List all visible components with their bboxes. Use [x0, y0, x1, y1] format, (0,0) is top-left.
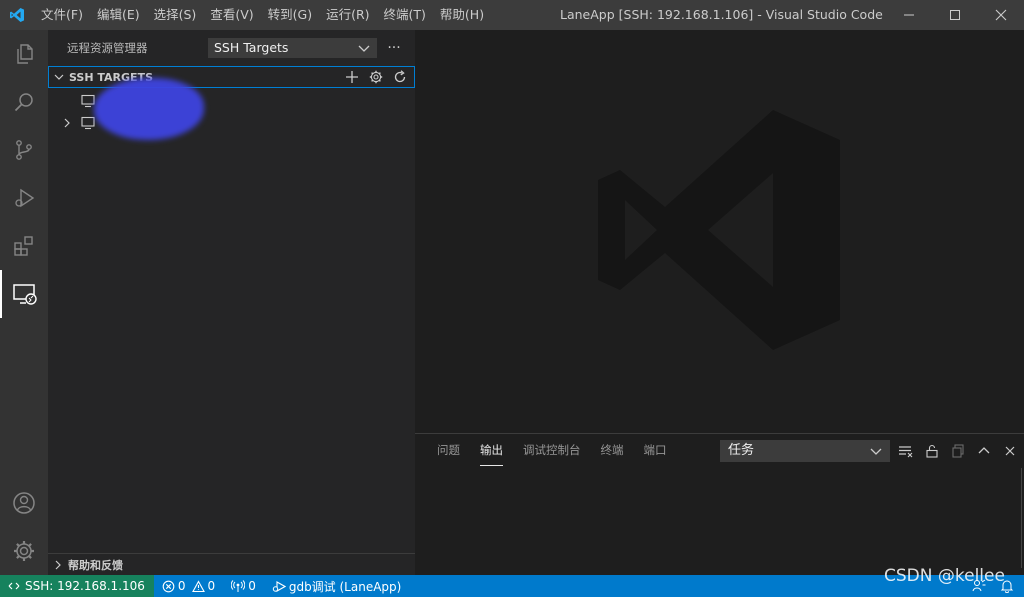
tab-debug-console[interactable]: 调试控制台 [513, 434, 591, 468]
refresh-icon [394, 70, 406, 83]
refresh-button[interactable] [390, 68, 410, 86]
tab-problems[interactable]: 问题 [427, 434, 470, 468]
chevron-right-icon [48, 560, 68, 570]
remote-explorer-icon [13, 284, 37, 305]
account-icon [13, 492, 35, 514]
source-control-icon [16, 140, 32, 160]
activity-search[interactable] [0, 78, 48, 126]
debug-config-label: gdb调试 (LaneApp) [288, 579, 402, 594]
search-icon [14, 93, 33, 112]
close-window-button[interactable] [978, 0, 1024, 30]
lock-scroll-button[interactable] [921, 442, 943, 460]
menu-go[interactable]: 转到(G) [261, 0, 319, 30]
output-channel-value: 任务 [728, 443, 755, 458]
run-debug-icon [15, 188, 35, 208]
activity-accounts[interactable] [0, 479, 48, 527]
clear-output-button[interactable] [895, 442, 917, 460]
panel-scrollbar[interactable] [1021, 468, 1022, 568]
configure-button[interactable] [366, 68, 386, 86]
tab-output[interactable]: 输出 [470, 434, 513, 468]
problems-indicator[interactable]: 0 0 [154, 575, 223, 597]
menu-selection[interactable]: 选择(S) [147, 0, 204, 30]
debug-icon [272, 580, 286, 592]
chevron-up-icon [978, 447, 990, 454]
activity-run-debug[interactable] [0, 174, 48, 222]
remote-indicator[interactable]: SSH: 192.168.1.106 [0, 575, 154, 597]
activity-bar [0, 30, 48, 575]
activity-remote-explorer[interactable] [0, 270, 48, 318]
sidebar-title: 远程资源管理器 [67, 40, 148, 55]
activity-extensions[interactable] [0, 222, 48, 270]
monitor-icon [81, 116, 95, 130]
close-icon [1005, 446, 1015, 456]
extensions-icon [14, 236, 33, 256]
vscode-logo-icon [0, 0, 34, 30]
minimize-button[interactable] [886, 0, 932, 30]
section-actions [342, 68, 410, 86]
tab-terminal[interactable]: 终端 [591, 434, 634, 468]
minimize-icon [904, 14, 914, 16]
activity-source-control[interactable] [0, 126, 48, 174]
gear-icon [369, 70, 383, 84]
activity-manage[interactable] [0, 527, 48, 575]
vscode-watermark-icon [598, 110, 840, 350]
menu-terminal[interactable]: 终端(T) [377, 0, 433, 30]
gear-icon [14, 541, 34, 561]
menu-bar: 文件(F) 编辑(E) 选择(S) 查看(V) 转到(G) 运行(R) 终端(T… [34, 0, 491, 30]
remote-label: SSH: 192.168.1.106 [25, 579, 145, 593]
activity-explorer[interactable] [0, 30, 48, 78]
status-bar: SSH: 192.168.1.106 0 0 0 gdb调试 (LaneApp) [0, 575, 1024, 597]
remote-explorer-sidebar: 远程资源管理器 SSH Targets ··· SSH TARGETS 帮助和反… [48, 30, 415, 575]
output-channel-select[interactable]: 任务 [720, 440, 890, 462]
menu-run[interactable]: 运行(R) [319, 0, 376, 30]
remote-icon [8, 582, 20, 590]
ports-indicator[interactable]: 0 [223, 575, 264, 597]
window-controls [886, 0, 1024, 30]
warning-count: 0 [207, 579, 216, 593]
menu-file[interactable]: 文件(F) [34, 0, 90, 30]
add-target-button[interactable] [342, 68, 362, 86]
panel-actions [895, 442, 1021, 460]
unlock-icon [926, 444, 938, 458]
plus-icon [346, 71, 358, 83]
csdn-watermark: CSDN @kellee [884, 566, 1005, 586]
close-panel-button[interactable] [999, 442, 1021, 460]
maximize-button[interactable] [932, 0, 978, 30]
tab-ports[interactable]: 端口 [634, 434, 677, 468]
error-count: 0 [177, 579, 186, 593]
ssh-targets-section-header[interactable]: SSH TARGETS [48, 66, 415, 88]
clear-all-icon [899, 446, 913, 458]
maximize-panel-button[interactable] [973, 442, 995, 460]
redaction-blob [94, 78, 204, 140]
chevron-down-icon [358, 45, 370, 52]
menu-edit[interactable]: 编辑(E) [90, 0, 147, 30]
error-icon [162, 580, 175, 592]
sidebar-header: 远程资源管理器 SSH Targets ··· [48, 30, 415, 65]
help-feedback-section[interactable]: 帮助和反馈 [48, 553, 415, 575]
editor-area [415, 30, 1024, 433]
ports-count: 0 [248, 579, 256, 593]
remote-type-select[interactable]: SSH Targets [208, 38, 377, 58]
debug-config-indicator[interactable]: gdb调试 (LaneApp) [264, 575, 410, 597]
broadcast-icon [231, 579, 246, 592]
files-icon [17, 44, 33, 64]
chevron-right-icon [64, 118, 70, 128]
monitor-icon [81, 94, 95, 108]
open-log-button[interactable] [947, 442, 969, 460]
ellipsis-icon: ··· [387, 40, 401, 56]
chevron-down-icon [49, 72, 69, 82]
help-section-title: 帮助和反馈 [68, 558, 123, 572]
close-icon [995, 9, 1007, 21]
menu-view[interactable]: 查看(V) [203, 0, 260, 30]
panel-tabs: 问题 输出 调试控制台 终端 端口 [427, 434, 677, 468]
bottom-panel: 问题 输出 调试控制台 终端 端口 任务 [415, 433, 1024, 575]
window-title: LaneApp [SSH: 192.168.1.106] - Visual St… [560, 7, 883, 22]
copy-icon [952, 444, 964, 458]
warning-icon [191, 579, 205, 592]
remote-type-value: SSH Targets [214, 40, 289, 55]
maximize-icon [950, 10, 960, 20]
chevron-down-icon [870, 448, 882, 455]
more-actions-button[interactable]: ··· [384, 38, 404, 58]
title-bar: 文件(F) 编辑(E) 选择(S) 查看(V) 转到(G) 运行(R) 终端(T… [0, 0, 1024, 30]
